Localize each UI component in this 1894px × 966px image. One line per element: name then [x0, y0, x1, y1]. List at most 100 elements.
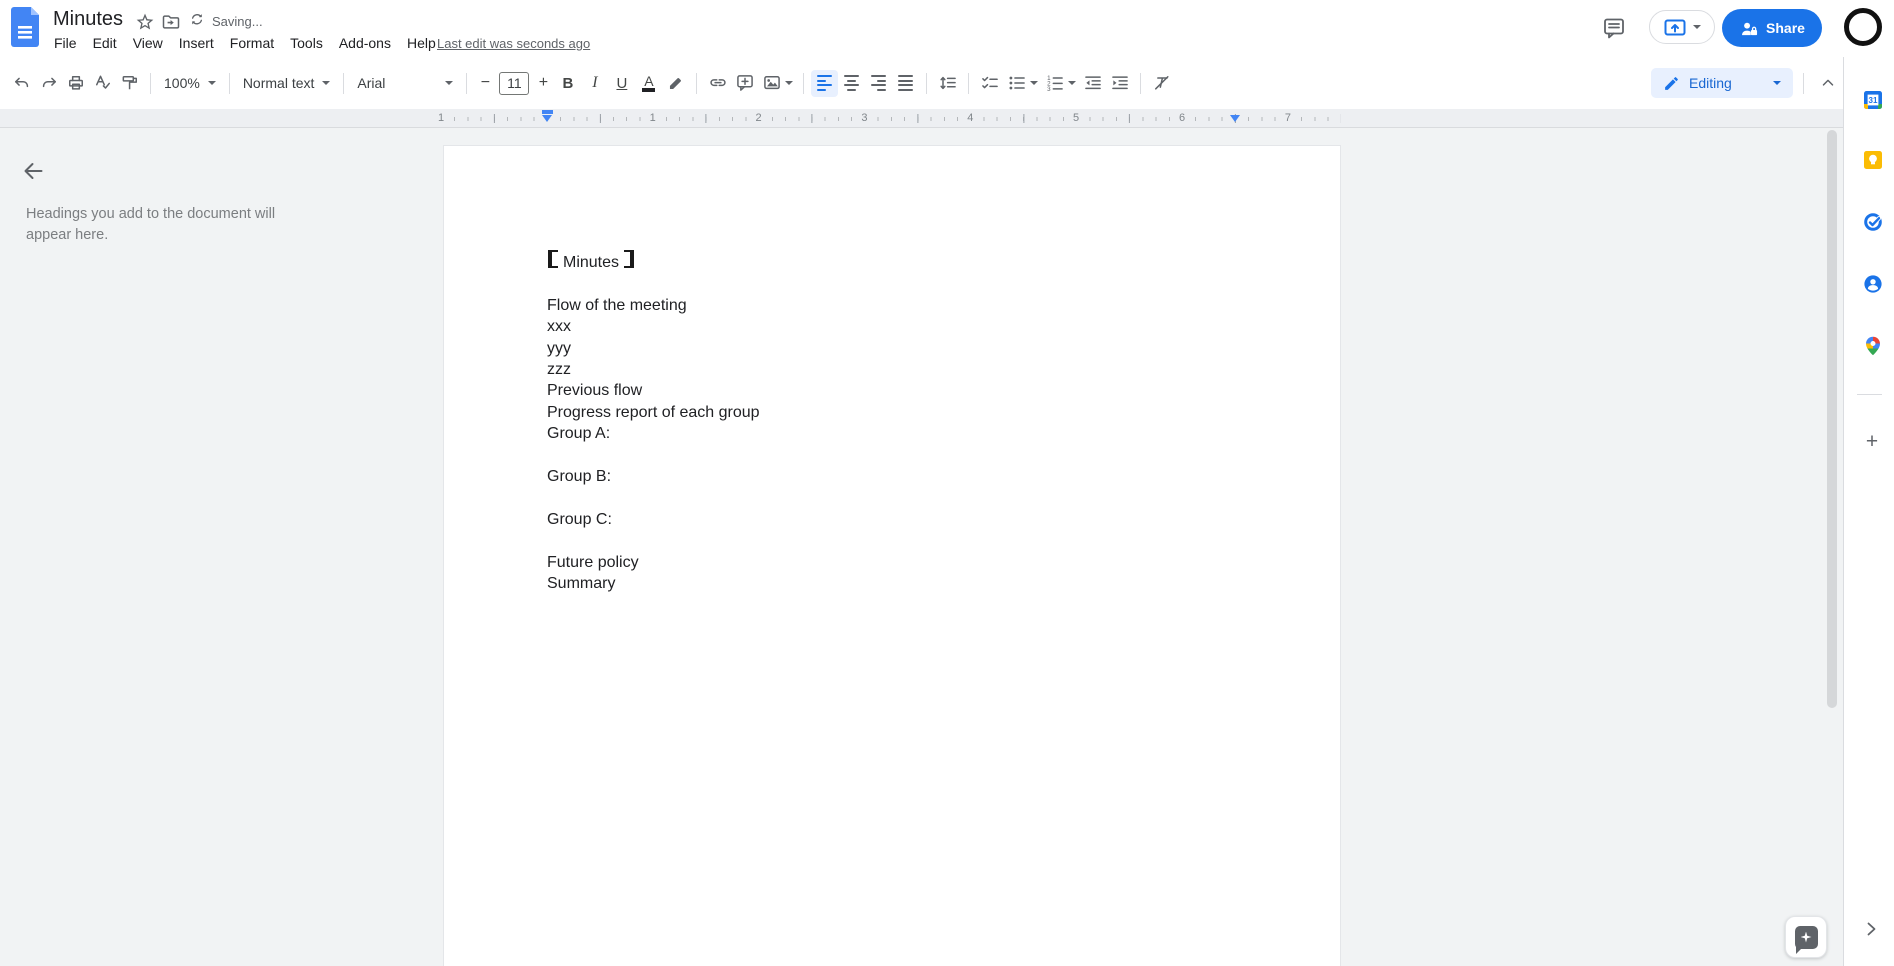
insert-link-button[interactable]	[704, 70, 731, 97]
highlight-color-button[interactable]	[662, 70, 689, 97]
doc-line[interactable]: Previous flow	[547, 380, 1237, 401]
text-color-button[interactable]: A	[635, 70, 662, 97]
google-keep-button[interactable]	[1858, 145, 1888, 175]
google-calendar-icon: 31	[1864, 91, 1882, 109]
separator	[803, 72, 805, 94]
font-size-input[interactable]: 11	[499, 71, 530, 95]
align-left-button[interactable]	[811, 69, 839, 97]
toolbar: 100% Normal text Arial − 11 + B I U A 1 …	[0, 57, 1843, 109]
lenticular-bracket-open	[548, 250, 558, 268]
menu-format[interactable]: Format	[222, 32, 282, 54]
doc-line[interactable]: Summary	[547, 573, 1237, 594]
ruler: 1 1 2 3 4 5 6 7	[0, 109, 1843, 128]
menu-tools[interactable]: Tools	[282, 32, 331, 54]
toolbar-main-group: 100% Normal text Arial − 11 + B I U A 1 …	[8, 57, 1175, 109]
menubar: File Edit View Insert Format Tools Add-o…	[46, 32, 444, 54]
doc-line[interactable]	[547, 487, 1237, 508]
print-button[interactable]	[62, 70, 89, 97]
get-addons-button[interactable]: +	[1858, 428, 1886, 456]
increase-indent-button[interactable]	[1106, 70, 1133, 97]
align-center-icon	[844, 75, 860, 91]
font-select[interactable]: Arial	[351, 71, 459, 95]
explore-button[interactable]	[1785, 916, 1827, 958]
doc-line[interactable]: Group B:	[547, 466, 1237, 487]
separator	[926, 72, 928, 94]
side-panel: 31 +	[1843, 57, 1894, 966]
highlighter-icon	[670, 77, 682, 89]
insert-image-button[interactable]	[758, 70, 796, 97]
present-dropdown-caret	[1692, 25, 1701, 29]
bulleted-list-button[interactable]	[1003, 70, 1041, 97]
menu-view[interactable]: View	[125, 32, 171, 54]
separator	[228, 72, 230, 94]
clear-formatting-button[interactable]	[1148, 70, 1175, 97]
left-indent-marker[interactable]	[541, 114, 552, 122]
doc-line[interactable]: Future policy	[547, 552, 1237, 573]
hide-menus-button[interactable]	[1814, 70, 1841, 97]
docs-logo-icon[interactable]	[11, 7, 39, 47]
doc-line[interactable]: Flow of the meeting	[547, 295, 1237, 316]
checklist-button[interactable]	[976, 70, 1003, 97]
document-title[interactable]: Minutes	[53, 8, 123, 31]
doc-line[interactable]: yyy	[547, 338, 1237, 359]
decrease-indent-icon	[1085, 76, 1101, 90]
doc-heading-line[interactable]: Minutes	[547, 250, 1237, 273]
italic-button[interactable]: I	[581, 70, 608, 97]
decrease-indent-button[interactable]	[1079, 70, 1106, 97]
bold-button[interactable]: B	[554, 70, 581, 97]
doc-line[interactable]: Group A:	[547, 423, 1237, 444]
justify-button[interactable]	[892, 70, 919, 97]
doc-line[interactable]	[547, 530, 1237, 551]
saving-status[interactable]: Saving...	[188, 11, 263, 29]
add-comment-button[interactable]	[731, 70, 758, 97]
ruler-number: 6	[1175, 111, 1189, 125]
doc-line[interactable]	[547, 273, 1237, 294]
undo-button[interactable]	[8, 70, 35, 97]
account-avatar[interactable]	[1844, 8, 1882, 46]
doc-line[interactable]: Group C:	[547, 509, 1237, 530]
google-tasks-button[interactable]	[1858, 207, 1888, 237]
vertical-scrollbar[interactable]	[1827, 130, 1837, 708]
paragraph-style-select[interactable]: Normal text	[237, 71, 337, 95]
redo-button[interactable]	[35, 70, 62, 97]
menu-addons[interactable]: Add-ons	[331, 32, 399, 54]
svg-text:31: 31	[1869, 96, 1878, 105]
google-calendar-button[interactable]: 31	[1858, 85, 1888, 115]
share-button[interactable]: Share	[1722, 9, 1822, 47]
menu-file[interactable]: File	[46, 32, 85, 54]
underline-button[interactable]: U	[608, 70, 635, 97]
paint-format-button[interactable]	[116, 70, 143, 97]
numbered-list-button[interactable]: 1 2 3	[1041, 70, 1079, 97]
align-right-icon	[871, 75, 887, 91]
present-to-meeting-button[interactable]	[1649, 10, 1715, 44]
decrease-font-size-button[interactable]: −	[474, 71, 496, 95]
line-spacing-button[interactable]	[934, 70, 961, 97]
comment-history-button[interactable]	[1597, 11, 1631, 45]
menu-insert[interactable]: Insert	[171, 32, 222, 54]
increase-font-size-button[interactable]: +	[532, 71, 554, 95]
zoom-select[interactable]: 100%	[158, 71, 222, 95]
add-comment-icon	[737, 75, 753, 91]
doc-line[interactable]: xxx	[547, 316, 1237, 337]
align-center-button[interactable]	[838, 70, 865, 97]
ruler-number: 3	[858, 111, 871, 125]
ruler-half-inch-ticks	[441, 114, 1341, 123]
saving-status-text: Saving...	[212, 13, 263, 29]
spelling-check-button[interactable]	[89, 70, 116, 97]
doc-line[interactable]: Progress report of each group	[547, 402, 1237, 423]
document-content[interactable]: Minutes Flow of the meeting xxx yyy zzz …	[547, 250, 1237, 594]
menu-edit[interactable]: Edit	[85, 32, 125, 54]
align-right-button[interactable]	[865, 70, 892, 97]
editing-mode-select[interactable]: Editing	[1651, 68, 1793, 98]
google-maps-button[interactable]	[1858, 331, 1888, 361]
close-outline-button[interactable]	[18, 156, 48, 186]
link-icon	[710, 79, 726, 87]
doc-line[interactable]	[547, 445, 1237, 466]
first-line-indent-marker[interactable]	[542, 110, 553, 114]
right-indent-marker[interactable]	[1229, 114, 1240, 122]
ruler-scale: 1 1 2 3 4 5 6 7	[434, 109, 1342, 128]
collapse-side-panel-button[interactable]	[1857, 915, 1885, 943]
google-contacts-button[interactable]	[1858, 269, 1888, 299]
doc-line[interactable]: zzz	[547, 359, 1237, 380]
last-edit-link[interactable]: Last edit was seconds ago	[437, 36, 590, 51]
